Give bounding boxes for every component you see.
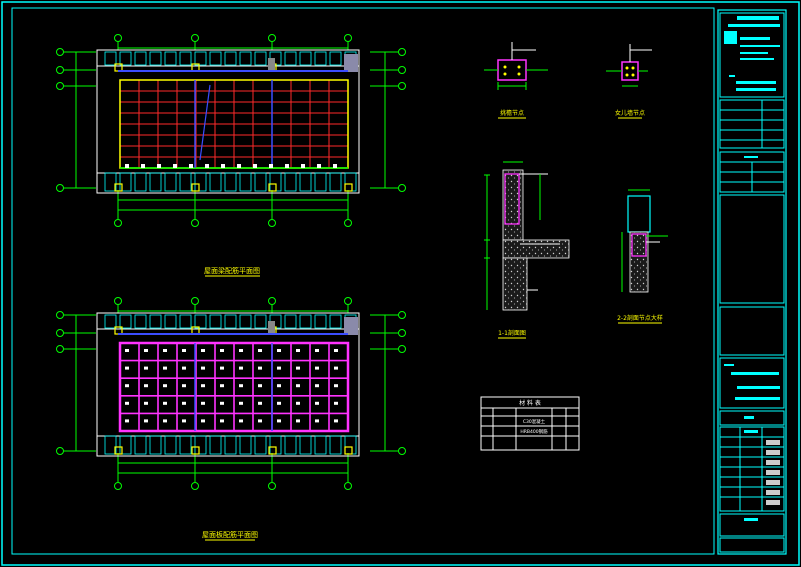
company-logo-icon (724, 31, 737, 44)
plan-top-title: 屋面梁配筋平面图 (204, 266, 260, 275)
cad-drawing-sheet: 屋面梁配筋平面图 屋面板配筋平面图 挑檐节点 女儿墙节点 1-1剖面图 2-2剖… (1, 1, 800, 566)
detail-a-title: 挑檐节点 (500, 109, 524, 117)
table-title: 材 料 表 (519, 399, 541, 407)
sheet-outer-border (1, 1, 800, 566)
roof-slab-plan (56, 297, 406, 490)
section-1-title: 1-1剖面图 (498, 329, 526, 337)
detail-b (606, 44, 652, 87)
section-2-2 (621, 189, 668, 293)
roof-beam-plan (56, 34, 406, 227)
detail-b-title: 女儿墙节点 (615, 109, 645, 117)
table-row-2: HRB400钢筋 (520, 428, 548, 435)
section-1-1 (484, 161, 570, 311)
table-row-1: C30混凝土 (523, 418, 546, 425)
detail-a (484, 42, 548, 90)
title-block (717, 9, 787, 555)
plan-bottom-title: 屋面板配筋平面图 (202, 530, 258, 539)
sheet-inner-border (11, 7, 715, 555)
section-2-title: 2-2剖面节点大样 (617, 314, 663, 322)
